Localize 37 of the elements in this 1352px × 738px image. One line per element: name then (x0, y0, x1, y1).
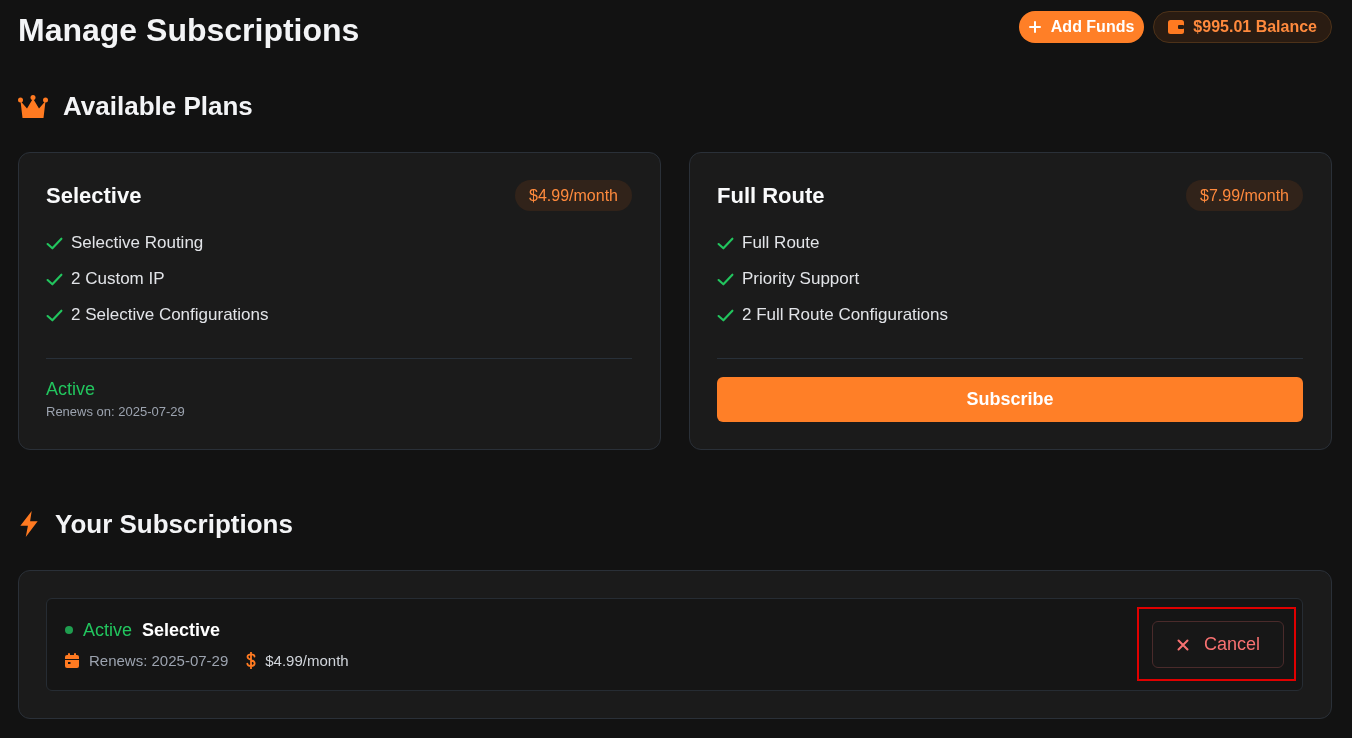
section-title: Available Plans (63, 90, 253, 122)
feature-text: Selective Routing (71, 233, 204, 253)
check-icon (717, 308, 734, 322)
plan-name: Selective (46, 182, 142, 209)
plan-name: Full Route (717, 182, 825, 209)
renewal-date: Renews: 2025-07-29 (89, 651, 229, 669)
crown-icon (18, 94, 48, 118)
add-funds-button[interactable]: Add Funds (1018, 11, 1145, 43)
page-title: Manage Subscriptions (18, 11, 360, 49)
renewal-date: Renews on: 2025-07-29 (46, 403, 185, 421)
feature-text: Priority Support (742, 269, 860, 289)
subscription-price: $4.99/month (265, 651, 349, 669)
feature-text: 2 Custom IP (71, 269, 165, 289)
subscribe-button[interactable]: Subscribe (717, 377, 1303, 422)
close-icon (1176, 638, 1189, 651)
subscription-status: Active (83, 619, 133, 641)
dollar-icon (246, 651, 257, 669)
check-icon (717, 236, 734, 250)
feature-text: 2 Selective Configurations (71, 305, 269, 325)
check-icon (46, 236, 63, 250)
balance-amount: $995.01 Balance (1193, 18, 1317, 36)
calendar-icon (65, 652, 79, 668)
plan-price: $4.99/month (515, 180, 632, 211)
check-icon (46, 308, 63, 322)
wallet-icon (1168, 20, 1185, 34)
status-dot (65, 626, 73, 634)
plan-status: Active (46, 378, 96, 400)
plan-price: $7.99/month (1186, 180, 1303, 211)
subscription-plan: Selective (142, 619, 221, 641)
feature-text: Full Route (742, 233, 820, 253)
feature-text: 2 Full Route Configurations (742, 305, 948, 325)
lightning-icon (18, 511, 40, 537)
plus-icon (1028, 21, 1041, 33)
check-icon (717, 272, 734, 286)
section-title: Your Subscriptions (55, 508, 293, 540)
cancel-button[interactable]: Cancel (1151, 621, 1284, 668)
check-icon (46, 272, 63, 286)
